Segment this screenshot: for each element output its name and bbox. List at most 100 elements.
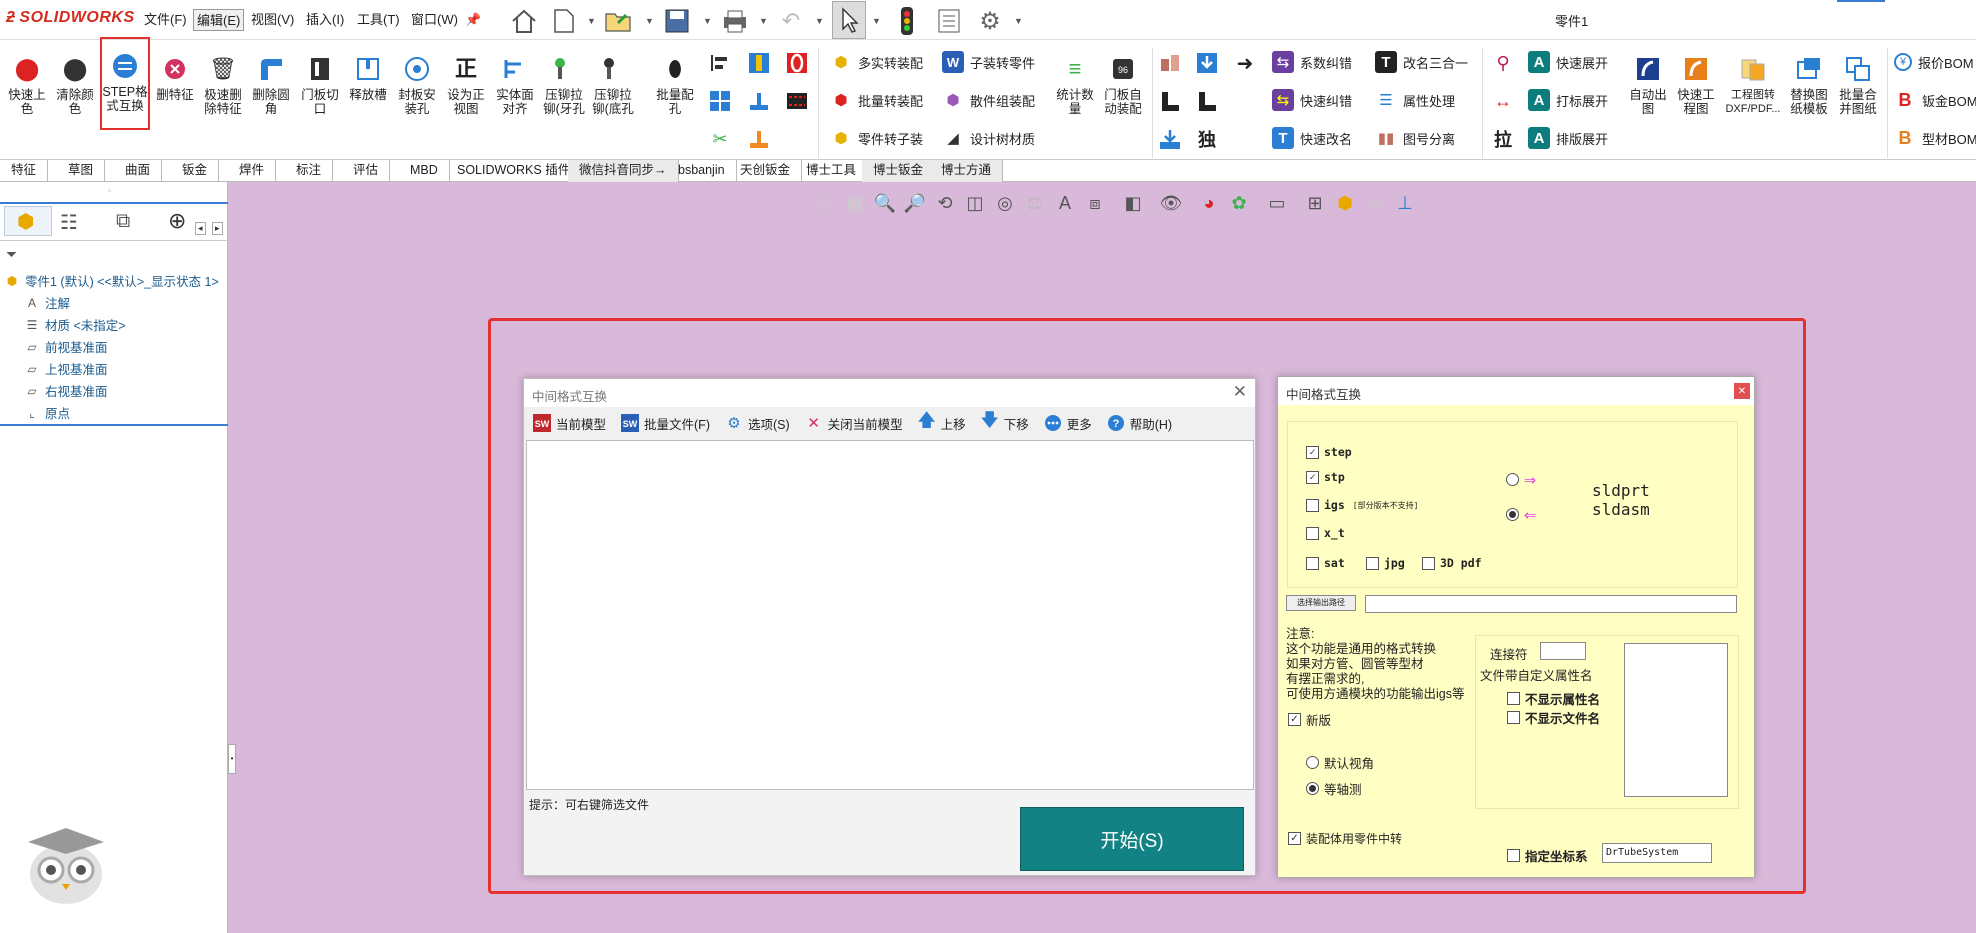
coord-system-checkbox[interactable]: 指定坐标系 (1507, 846, 1588, 865)
monitor-icon[interactable]: ▭ (1262, 188, 1292, 218)
mount-hole-button[interactable]: 封板安装孔 (394, 42, 440, 142)
vertical-bar-icon[interactable] (746, 50, 772, 76)
pin-icon[interactable]: 📌 (465, 12, 481, 28)
quick-rename-button[interactable]: T 快速改名 (1272, 126, 1352, 150)
save-icon[interactable] (660, 4, 694, 38)
dxf-pdf-button[interactable]: 工程图转DXF/PDF... (1723, 42, 1783, 142)
multibody-assembly-button[interactable]: ⬢ 多实转装配 (830, 50, 923, 74)
dimxpert-icon[interactable]: ⊕ (168, 208, 186, 234)
subassembly-part-button[interactable]: W 子装转零件 (942, 50, 1035, 74)
zoom-fit-icon[interactable]: 🔍 (870, 188, 900, 218)
unique-glyph-icon[interactable]: 独 (1194, 126, 1220, 152)
quick-fix-button[interactable]: ⇆ 快速纠错 (1272, 88, 1352, 112)
dimension-icon[interactable]: ↔ (1490, 88, 1516, 114)
export-direction-radio[interactable]: ⇒ (1506, 467, 1536, 491)
view-orientation-icon[interactable]: ⧈ (1080, 188, 1110, 218)
rivet-hole-button[interactable]: 压铆拉铆(底孔 (590, 42, 636, 142)
grid-view-icon[interactable] (707, 88, 733, 114)
balance-icon[interactable]: ⚖ (1020, 188, 1050, 218)
more-button[interactable]: 更多 (1043, 413, 1092, 433)
tab-tianchuang[interactable]: 天创钣金 (729, 160, 803, 182)
isometric-view-radio[interactable]: 等轴测 (1306, 779, 1362, 798)
quick-delete-feature-button[interactable]: 🗑 极速删除特征 (200, 42, 246, 142)
tree-item-top-plane[interactable]: ▱ 上视基准面 (24, 359, 107, 378)
rivet-thread-button[interactable]: 压铆拉铆(牙孔 (541, 42, 587, 142)
annotation-view-icon[interactable]: A (1050, 188, 1080, 218)
open-folder-icon[interactable] (602, 4, 636, 38)
clear-color-button[interactable]: ⬤ 清除颜色 (52, 42, 98, 142)
coefficient-fix-button[interactable]: ⇆ 系数纠错 (1272, 50, 1352, 74)
pattern-profile-icon[interactable] (784, 88, 810, 114)
quote-bom-button[interactable]: ¥ 报价BOM (1894, 50, 1974, 74)
door-cut-button[interactable]: 门板切口 (297, 42, 343, 142)
part-subassembly-button[interactable]: ⬢ 零件转子装 (830, 126, 923, 150)
property-list[interactable] (1624, 643, 1728, 797)
start-button[interactable]: 开始(S) (1020, 807, 1244, 871)
solidworks-logo[interactable]: ƻ SOLIDWORKS (6, 9, 135, 27)
tree-item-right-plane[interactable]: ▱ 右视基准面 (24, 381, 107, 400)
bracket-icon[interactable] (1157, 50, 1183, 76)
appearance-icon[interactable]: ◕ (1194, 188, 1224, 218)
chevron-down-icon[interactable]: ▼ (703, 16, 712, 26)
chevron-down-icon[interactable]: ▼ (759, 16, 768, 26)
gear-icon[interactable]: ⚙ (973, 4, 1007, 38)
scroll-left-icon[interactable]: ◂ (195, 222, 206, 235)
l-profile-icon[interactable] (1157, 88, 1183, 114)
tools-icon[interactable]: ⚲ (1490, 50, 1516, 76)
chevron-down-icon[interactable]: ▼ (1014, 16, 1023, 26)
close-icon[interactable]: ✕ (1233, 382, 1247, 402)
l-profile-2-icon[interactable] (1194, 88, 1220, 114)
tree-root[interactable]: ⬢ 零件1 (默认) <<默认>_显示状态 1> (4, 271, 219, 290)
chevron-down-icon[interactable]: ▼ (587, 16, 596, 26)
profile-bom-button[interactable]: B 型材BOM (1894, 126, 1976, 150)
tab-surface[interactable]: 曲面 (114, 160, 163, 182)
file-properties-icon[interactable] (932, 4, 966, 38)
t-profile-icon[interactable] (746, 88, 772, 114)
pane-collapse-handle[interactable]: • (228, 744, 236, 774)
pdf3d-checkbox[interactable]: 3D pdf (1422, 556, 1482, 570)
cube-icon[interactable]: ⬢ (1330, 188, 1360, 218)
tab-evaluate[interactable]: 评估 (342, 160, 391, 182)
pull-glyph-icon[interactable]: 拉 (1490, 126, 1516, 152)
merge-drawing-button[interactable]: 批量合并图纸 (1835, 42, 1881, 142)
replace-template-button[interactable]: 替换图纸模板 (1786, 42, 1832, 142)
step-convert-button[interactable]: STEP格式互换 (100, 37, 150, 130)
hide-show-icon[interactable]: 👁 (1156, 188, 1186, 218)
tab-doctor-sheetmetal[interactable]: 博士钣金 (862, 160, 936, 182)
step-checkbox[interactable]: ✓ step (1306, 445, 1352, 459)
move-down-button[interactable]: 🡇 下移 (980, 410, 1028, 433)
default-view-radio[interactable]: 默认视角 (1306, 753, 1374, 772)
tree-item-front-plane[interactable]: ▱ 前视基准面 (24, 337, 107, 356)
tab-features[interactable]: 特征 (0, 160, 49, 182)
menu-tools[interactable]: 工具(T) (354, 9, 403, 31)
quick-color-button[interactable]: ⬤ 快速上色 (4, 42, 50, 142)
sat-checkbox[interactable]: sat (1306, 556, 1345, 570)
rename-three-button[interactable]: T 改名三合一 (1375, 50, 1468, 74)
close-icon[interactable]: ✕ (1734, 383, 1750, 399)
undo-icon[interactable]: ↶ (774, 4, 808, 38)
3d-view-icon[interactable]: ◫ (960, 188, 990, 218)
tree-material-button[interactable]: ◢ 设计树材质 (942, 126, 1035, 150)
output-path-button[interactable]: 选择输出路径 (1286, 595, 1356, 611)
tab-wechat-sync[interactable]: 微信抖音同步→ (568, 160, 679, 182)
output-path-input[interactable] (1365, 595, 1737, 613)
batch-assembly-button[interactable]: ⬢ 批量转装配 (830, 88, 923, 112)
plane-view-icon[interactable]: ▱ (1360, 188, 1390, 218)
base-profile-icon[interactable] (746, 126, 772, 152)
previous-view-icon[interactable]: ◌ (810, 188, 840, 218)
chevron-down-icon[interactable]: ▼ (645, 16, 654, 26)
split-view-icon[interactable]: ⊞ (1300, 188, 1330, 218)
quick-unfold-button[interactable]: A 快速展开 (1528, 50, 1608, 74)
relief-slot-button[interactable]: 释放槽 (345, 42, 391, 142)
triad-icon[interactable]: ⊥ (1390, 188, 1420, 218)
import-icon[interactable] (1194, 50, 1220, 76)
sheet-bom-button[interactable]: B 钣金BOM (1894, 88, 1976, 112)
display-style-icon[interactable]: ◧ (1118, 188, 1148, 218)
xt-checkbox[interactable]: x_t (1306, 526, 1345, 540)
count-button[interactable]: ≡ 统计数量 (1052, 42, 1098, 142)
ring-profile-icon[interactable] (784, 50, 810, 76)
mark-unfold-button[interactable]: A 打标展开 (1528, 88, 1608, 112)
loose-parts-button[interactable]: ⬢ 散件组装配 (942, 88, 1035, 112)
tab-mbd[interactable]: MBD (399, 160, 450, 182)
batch-hole-button[interactable]: ⬮ 批量配孔 (652, 42, 698, 142)
